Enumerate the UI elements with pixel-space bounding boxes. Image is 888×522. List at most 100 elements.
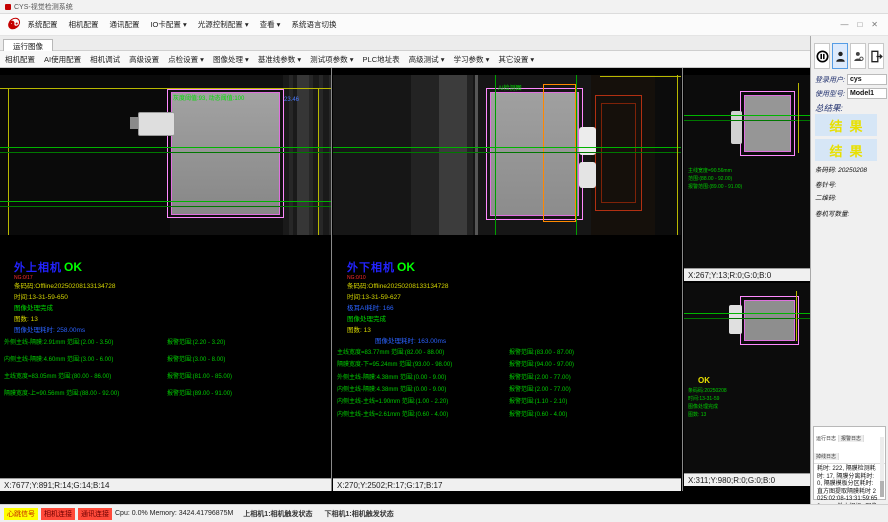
result-badge-1: 结果	[815, 114, 877, 136]
mini-panel-top: 主线宽度=90.56mm 范围:(88.00 - 92.00) 报警范围:(89…	[684, 68, 810, 281]
pixel-coords-mini-bottom: X:311;Y:980;R:0;G:0;B:0	[684, 473, 810, 486]
sidebar-barcode: 条码码: 20250208	[815, 164, 867, 174]
close-icon[interactable]: ✕	[871, 20, 878, 29]
tool-advanced-settings[interactable]: 高级设置	[129, 54, 159, 65]
sidebar-button-row	[814, 43, 884, 69]
measurement-row: 外侧主线-隔膜:2.91mm 范围:(2.00 - 3.50)报警范围:(2.2…	[4, 337, 331, 346]
panel-divider-2	[682, 68, 683, 491]
menu-item-io-config[interactable]: IO卡配置 ▾	[150, 19, 186, 30]
comm-link-badge: 通讯连接	[78, 508, 112, 520]
measure-line-g2	[684, 318, 810, 319]
model-value-field[interactable]: Model1	[847, 88, 887, 99]
tool-camera-debug[interactable]: 相机调试	[90, 54, 120, 65]
yellow-ref-line-v	[798, 83, 799, 153]
mini-panel-bottom: OK 条码码:20250208 时间:13-31-59 图像处理完成 图数: 1…	[684, 283, 810, 486]
user-switch-button[interactable]	[850, 43, 866, 69]
camera-image-lower-outer[interactable]: AI检测图	[333, 75, 681, 235]
roi-outline-red-inner	[601, 103, 636, 203]
menu-item-light-config[interactable]: 光源控制配置 ▾	[198, 19, 249, 30]
minimize-icon[interactable]: —	[840, 20, 848, 29]
maximize-icon[interactable]: □	[857, 20, 862, 29]
log-tab-offline[interactable]: 掉线日志	[814, 453, 839, 460]
measure-line-g1	[684, 115, 810, 116]
tool-image-processing[interactable]: 图像处理 ▾	[213, 54, 249, 65]
camera-link-badge: 相机连接	[41, 508, 75, 520]
measurement-row: 隔膜宽度-下=95.24mm 范围:(93.00 - 98.00)报警范围:(9…	[337, 359, 681, 368]
app-icon	[5, 4, 11, 10]
tool-test-params[interactable]: 测试项参数 ▾	[310, 54, 353, 65]
log-scroll-thumb[interactable]	[880, 481, 884, 497]
measure-line-g1	[0, 147, 331, 148]
pixel-coords-mini-top: X:267;Y:13;R:0;G:0;B:0	[684, 268, 810, 281]
window-title: CYS-视觉检测系统	[14, 2, 73, 12]
tool-other-settings[interactable]: 其它设置 ▾	[498, 54, 534, 65]
log-scrollbar[interactable]	[880, 437, 884, 497]
pause-button[interactable]	[814, 43, 830, 69]
camera-panel-lower-outer: AI检测图 外下相机OK NG:0/10 条码码:Offline20250208…	[333, 68, 681, 504]
statusbar: 心跳信号 相机连接 通讯连接 Cpu: 0.0% Memory: 3424.41…	[0, 504, 888, 522]
menu-item-system-config[interactable]: 系统配置	[27, 19, 57, 30]
time-line: 时间:13-31-59-627	[347, 292, 667, 303]
camera-image-upper-outer[interactable]: 灰度阈值:93, 动态阈值:100 23.46	[0, 75, 331, 235]
cell-region	[171, 92, 280, 215]
measure-line-g1	[333, 147, 681, 148]
tool-plc-address[interactable]: PLC地址表	[363, 54, 400, 65]
measurement-row: 内侧主线-隔膜:4.60mm 范围:(3.00 - 6.00)报警范围:(3.0…	[4, 354, 331, 363]
camera-title: 外上相机	[14, 262, 62, 274]
cell-region	[744, 95, 791, 152]
login-value-field[interactable]: cys	[847, 74, 887, 85]
log-tab-run[interactable]: 运行日志	[814, 435, 839, 442]
menu-item-camera-config[interactable]: 相机配置	[68, 19, 98, 30]
log-panel: 运行日志报警日志掉线日志 耗时: 222, 隔膜检测耗时: 17, 隔膜分离耗时…	[813, 426, 886, 500]
menu-item-language[interactable]: 系统语言切换	[291, 19, 336, 30]
measurement-row: 主线宽度=83.05mm 范围:(80.00 - 86.00)报警范围:(81.…	[4, 371, 331, 380]
user-login-button[interactable]	[832, 43, 848, 69]
log-tabs: 运行日志报警日志掉线日志	[814, 427, 885, 464]
bright-blob	[729, 305, 742, 334]
result-badge-2: 结果	[815, 139, 877, 161]
tool-camera-config[interactable]: 相机配置	[5, 54, 35, 65]
measurement-row: 内侧主线-主线=2.61mm 范围:(0.60 - 4.00)报警范围:(0.6…	[337, 409, 681, 418]
elapsed-line: 图像处理耗时: 163.00ms	[375, 336, 667, 347]
menu-item-view[interactable]: 查看 ▾	[260, 19, 281, 30]
ai-image-label: AI检测图	[498, 83, 522, 92]
measure-line-g4	[0, 206, 331, 207]
login-label: 登录用户:	[815, 75, 845, 85]
lower-camera-status: 下相机1:相机触发状态	[325, 509, 394, 519]
barcode-line: 条码码:Offline20250208133134728	[14, 281, 314, 292]
ai-elapsed-line: 极耳AI耗时: 166	[347, 303, 667, 314]
measurement-row: 主线宽度=83.77mm 范围:(82.00 - 88.00)报警范围:(83.…	[337, 347, 681, 356]
measurement-row: 隔膜宽度-上=90.56mm 范围:(88.00 - 92.00)报警范围:(8…	[4, 388, 331, 397]
titlebar: CYS-视觉检测系统	[0, 0, 888, 14]
result-block-lower: 外下相机OK NG:0/10 条码码:Offline20250208133134…	[347, 258, 667, 347]
count-label: 卷机写数量:	[815, 208, 849, 218]
camera-title: 外下相机	[347, 262, 395, 274]
frame-count: 图数: 13	[14, 314, 314, 325]
process-status: 图像处理完成	[347, 314, 667, 325]
tool-advanced-test[interactable]: 高级测试 ▾	[409, 54, 445, 65]
exit-button[interactable]	[868, 43, 884, 69]
result-ok: OK	[64, 260, 82, 274]
exit-door-icon	[870, 50, 883, 63]
result-ok: OK	[397, 260, 415, 274]
measurement-row: 内侧主线-主线=1.90mm 范围:(1.00 - 2.20)报警范围:(1.1…	[337, 396, 681, 405]
bright-blob-2	[579, 162, 596, 188]
tool-baseline-params[interactable]: 基准线参数 ▾	[258, 54, 301, 65]
menubar: ☯ 系统配置 相机配置 通讯配置 IO卡配置 ▾ 光源控制配置 ▾ 查看 ▾ 系…	[0, 14, 888, 36]
tool-spot-check[interactable]: 点检设置 ▾	[168, 54, 204, 65]
cell-region	[744, 300, 795, 341]
window-controls: — □ ✕	[840, 20, 882, 29]
tool-ai-config[interactable]: AI使用配置	[44, 54, 81, 65]
log-tab-alarm[interactable]: 报警日志	[839, 435, 864, 442]
yellow-ref-line-v	[677, 75, 678, 235]
tool-learn-params[interactable]: 学习参数 ▾	[453, 54, 489, 65]
app-window: CYS-视觉检测系统 ☯ 系统配置 相机配置 通讯配置 IO卡配置 ▾ 光源控制…	[0, 0, 888, 522]
cpu-memory-text: Cpu: 0.0% Memory: 3424.41796875M	[115, 510, 233, 517]
mini-image-top[interactable]: 主线宽度=90.56mm 范围:(88.00 - 92.00) 报警范围:(89…	[684, 75, 810, 268]
measure-line-g2	[0, 152, 331, 153]
mini-image-bottom[interactable]: OK 条码码:20250208 时间:13-31-59 图像处理完成 图数: 1…	[684, 283, 810, 473]
panel-divider	[331, 68, 332, 491]
mini-result-ok: OK	[698, 376, 710, 385]
yellow-ref-line-v	[796, 291, 797, 341]
menu-item-comm-config[interactable]: 通讯配置	[109, 19, 139, 30]
